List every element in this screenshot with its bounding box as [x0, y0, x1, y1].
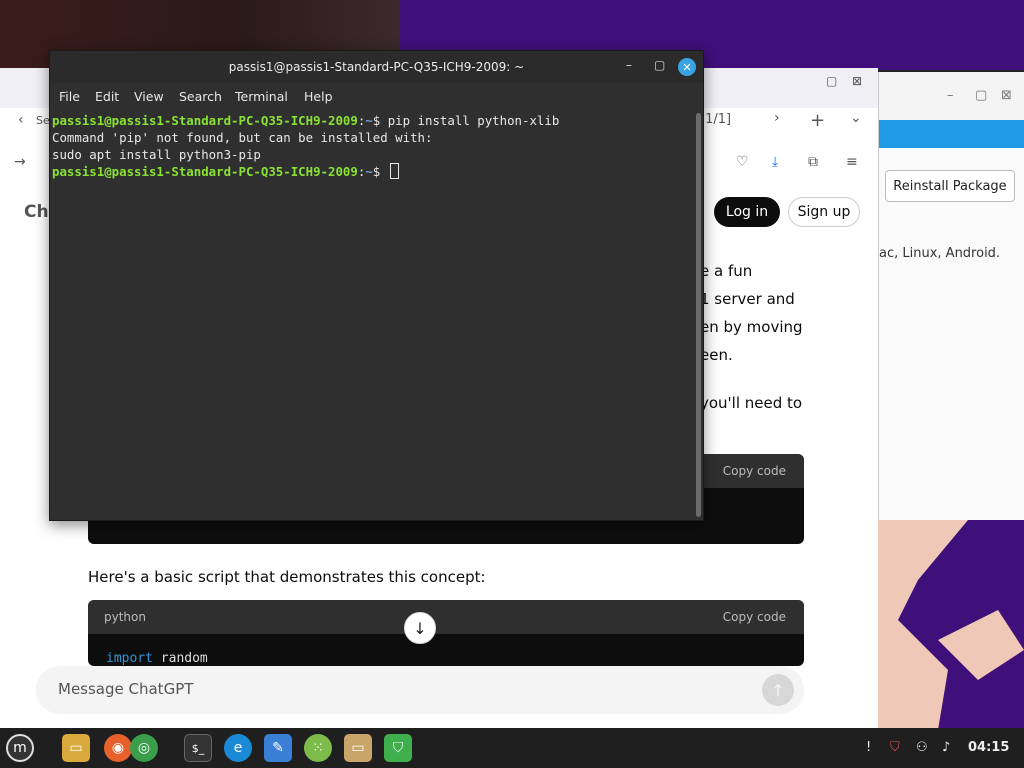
paragraph-fragment: en by moving [700, 318, 803, 336]
notification-icon[interactable]: ! [866, 740, 871, 755]
copy-code-button[interactable]: Copy code [723, 610, 786, 624]
menu-terminal[interactable]: Terminal [235, 89, 288, 104]
chat-header-partial: Ch [24, 202, 49, 222]
pocket-icon[interactable]: ♡ [736, 154, 749, 170]
close-icon[interactable]: ✕ [678, 58, 696, 76]
forward-icon[interactable]: → [14, 154, 26, 170]
minimize-icon[interactable]: – [626, 58, 632, 72]
code-block-header: python Copy code [88, 600, 804, 634]
terminal-icon[interactable]: $_ [184, 734, 212, 762]
send-button[interactable]: ↑ [762, 674, 794, 706]
mint-menu-icon[interactable]: m [6, 734, 34, 762]
network-icon[interactable]: ⚇ [916, 740, 928, 755]
intro-text: Here's a basic script that demonstrates … [88, 568, 486, 586]
terminal-line: passis1@passis1-Standard-PC-Q35-ICH9-200… [52, 113, 560, 128]
taskbar: m ▭ ◉ ◎ $_ e ✎ ⁙ ▭ ⛉ ! ⛉ ⚇ ♪ 04:15 [0, 728, 1024, 768]
package-header-bar [879, 120, 1024, 148]
edge-dev-icon[interactable]: e [224, 734, 252, 762]
terminal-menubar: File Edit View Search Terminal Help [50, 83, 703, 109]
chrome-icon[interactable]: ◎ [130, 734, 158, 762]
update-shield-icon[interactable]: ⛉ [890, 740, 900, 755]
text-editor-icon[interactable]: ✎ [264, 734, 292, 762]
maximize-icon[interactable]: ▢ [654, 58, 665, 72]
package-window: – ▢ ⊠ Reinstall Package ac, Linux, Andro… [878, 72, 1024, 520]
code-text: random [152, 651, 208, 666]
login-button[interactable]: Log in [714, 197, 780, 227]
paragraph-fragment: e a fun [700, 262, 753, 280]
terminal-window: passis1@passis1-Standard-PC-Q35-ICH9-200… [49, 50, 704, 521]
message-placeholder: Message ChatGPT [58, 680, 194, 698]
close-icon[interactable]: ⊠ [1001, 88, 1012, 103]
terminal-line: sudo apt install python3-pip [52, 147, 261, 162]
paragraph-fragment: een. [700, 346, 733, 364]
folder-icon[interactable]: ▭ [344, 734, 372, 762]
terminal-line: Command 'pip' not found, but can be inst… [52, 130, 433, 145]
reinstall-package-button[interactable]: Reinstall Package [885, 170, 1015, 202]
menu-help[interactable]: Help [304, 89, 333, 104]
firefox-icon[interactable]: ◉ [104, 734, 132, 762]
maximize-icon[interactable]: ▢ [975, 88, 987, 103]
scroll-down-button[interactable]: ↓ [404, 612, 436, 644]
code-language: python [104, 610, 146, 624]
wallpaper-bottom-right [878, 520, 1024, 730]
tab-counter: [1/1] [700, 112, 732, 127]
tab-list-icon[interactable]: ⌄ [850, 110, 862, 126]
forward-tab-icon[interactable]: › [774, 110, 780, 126]
minimize-icon[interactable]: – [947, 88, 954, 103]
menu-file[interactable]: File [59, 89, 80, 104]
new-tab-icon[interactable]: + [810, 110, 825, 131]
code-keyword: import [106, 651, 153, 666]
terminal-titlebar: passis1@passis1-Standard-PC-Q35-ICH9-200… [50, 51, 703, 83]
copy-code-button[interactable]: Copy code [723, 464, 786, 478]
tab-title-partial[interactable]: Se [36, 114, 50, 127]
package-window-titlebar: – ▢ ⊠ [879, 72, 1024, 120]
terminal-screen[interactable]: passis1@passis1-Standard-PC-Q35-ICH9-200… [50, 109, 696, 520]
menu-view[interactable]: View [134, 89, 164, 104]
back-icon[interactable]: ‹ [18, 112, 24, 128]
terminal-cursor [389, 163, 399, 179]
package-description: ac, Linux, Android. [879, 246, 1001, 261]
browser-close-icon[interactable]: ⊠ [852, 74, 862, 88]
menu-edit[interactable]: Edit [95, 89, 119, 104]
extensions-icon[interactable]: ⧉ [808, 154, 818, 170]
shield-icon[interactable]: ⛉ [384, 734, 412, 762]
browser-maximize-icon[interactable]: ▢ [826, 74, 837, 88]
menu-search[interactable]: Search [179, 89, 222, 104]
download-icon[interactable]: ⤓ [772, 154, 778, 170]
terminal-scrollbar[interactable] [696, 113, 701, 517]
clock[interactable]: 04:15 [968, 740, 1009, 755]
volume-icon[interactable]: ♪ [942, 740, 950, 755]
message-input[interactable]: Message ChatGPT ↑ [36, 666, 804, 714]
terminal-line: passis1@passis1-Standard-PC-Q35-ICH9-200… [52, 163, 696, 180]
paragraph-fragment: you'll need to [700, 394, 803, 412]
code-line: import random [106, 651, 208, 666]
paragraph-fragment: 1 server and [700, 290, 795, 308]
app-grid-icon[interactable]: ⁙ [304, 734, 332, 762]
files-icon[interactable]: ▭ [62, 734, 90, 762]
app-menu-icon[interactable]: ≡ [846, 154, 858, 170]
signup-button[interactable]: Sign up [788, 197, 860, 227]
terminal-title: passis1@passis1-Standard-PC-Q35-ICH9-200… [228, 60, 525, 74]
